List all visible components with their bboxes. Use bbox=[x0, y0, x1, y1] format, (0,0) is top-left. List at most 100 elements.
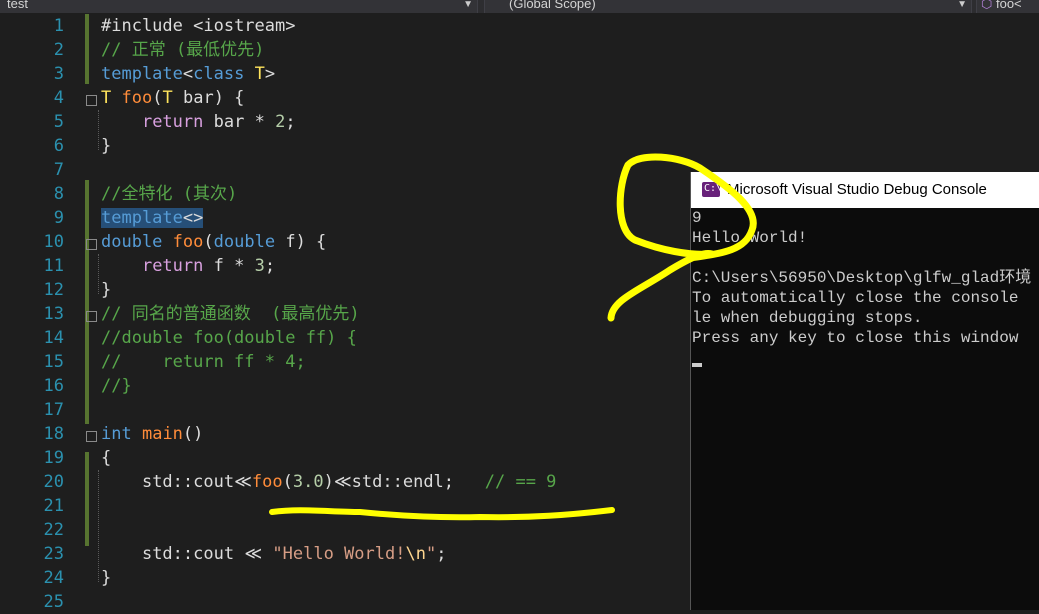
code-line[interactable]: } bbox=[101, 566, 111, 590]
navigation-bar: test ▼ (Global Scope) ▼ ⬡ foo< bbox=[0, 0, 1039, 13]
code-token: return bbox=[141, 256, 204, 276]
code-token: ) { bbox=[213, 88, 245, 108]
code-line[interactable]: double foo(double f) { bbox=[101, 230, 326, 254]
line-number: 22 bbox=[43, 520, 64, 540]
project-dropdown[interactable]: test ▼ bbox=[0, 0, 478, 13]
code-token: ( bbox=[152, 88, 163, 108]
code-token: // return ff * 4; bbox=[101, 352, 306, 372]
console-line: Hello World! bbox=[692, 229, 808, 247]
change-indicator bbox=[85, 452, 89, 546]
function-label: foo< bbox=[995, 0, 1022, 11]
code-token: bar bbox=[182, 88, 214, 108]
line-number: 18 bbox=[43, 424, 64, 444]
code-line[interactable]: return f * 3; bbox=[101, 254, 275, 278]
code-line[interactable]: { bbox=[101, 446, 111, 470]
code-token: * bbox=[223, 256, 255, 276]
code-line[interactable]: template<> bbox=[101, 206, 204, 230]
code-token: template bbox=[101, 64, 183, 84]
code-token: ; bbox=[436, 544, 447, 564]
line-number: 16 bbox=[43, 376, 64, 396]
function-dropdown[interactable]: ⬡ foo< bbox=[976, 0, 1039, 13]
code-line[interactable]: int main() bbox=[101, 422, 203, 446]
code-token: > bbox=[264, 64, 276, 84]
code-token: double bbox=[101, 232, 163, 252]
chevron-down-icon: ▼ bbox=[463, 0, 473, 10]
line-number: 3 bbox=[53, 64, 64, 84]
console-output: 9 Hello World! C:\Users\56950\Desktop\glfw… bbox=[691, 208, 1039, 610]
code-token: 3.0 bbox=[292, 472, 324, 492]
scope-dropdown[interactable]: (Global Scope) ▼ bbox=[484, 0, 972, 13]
code-token: std bbox=[141, 472, 173, 492]
code-line[interactable]: std::cout≪foo(3.0)≪std::endl; // == 9 bbox=[101, 470, 556, 494]
scope-label: (Global Scope) bbox=[509, 0, 596, 11]
indent-guide bbox=[98, 110, 99, 150]
fold-toggle[interactable] bbox=[86, 431, 97, 442]
code-token: ( bbox=[282, 472, 293, 492]
line-number: 23 bbox=[43, 544, 64, 564]
console-line: To automatically close the console bbox=[692, 289, 1019, 307]
code-token: () bbox=[182, 424, 204, 444]
console-title-bar[interactable]: C:\ Microsoft Visual Studio Debug Consol… bbox=[691, 172, 1039, 208]
code-token: #include bbox=[101, 16, 194, 36]
console-title: Microsoft Visual Studio Debug Console bbox=[727, 181, 987, 198]
line-number: 21 bbox=[43, 496, 64, 516]
fold-toggle[interactable] bbox=[86, 239, 97, 250]
code-token: // == 9 bbox=[484, 472, 557, 492]
code-line[interactable]: return bar * 2; bbox=[101, 110, 296, 134]
line-number: 17 bbox=[43, 400, 64, 420]
fold-toggle[interactable] bbox=[86, 311, 97, 322]
code-token: <iostream> bbox=[193, 16, 296, 36]
code-token: )≪ bbox=[323, 472, 352, 492]
code-line[interactable]: std::cout ≪ "Hello World!\n"; bbox=[101, 542, 446, 566]
line-number: 14 bbox=[43, 328, 64, 348]
code-token: :: bbox=[172, 544, 194, 564]
code-token: bar bbox=[213, 112, 245, 132]
code-token: ; bbox=[285, 112, 296, 132]
console-line: C:\Users\56950\Desktop\glfw_glad环境 bbox=[692, 269, 1032, 287]
code-line[interactable]: //double foo(double ff) { bbox=[101, 326, 357, 350]
debug-console-window[interactable]: C:\ Microsoft Visual Studio Debug Consol… bbox=[690, 172, 1039, 610]
code-token: ) { bbox=[295, 232, 327, 252]
code-line[interactable]: //全特化 (其次) bbox=[101, 182, 247, 206]
code-line[interactable]: } bbox=[101, 134, 111, 158]
code-token: * bbox=[244, 112, 276, 132]
code-line[interactable]: T foo(T bar) { bbox=[101, 86, 244, 110]
line-number: 7 bbox=[53, 160, 64, 180]
code-token: template bbox=[101, 208, 183, 228]
indent-guide bbox=[98, 254, 99, 294]
code-line[interactable]: // 同名的普通函数 (最高优先) bbox=[101, 302, 360, 326]
line-number: 13 bbox=[43, 304, 64, 324]
line-number: 6 bbox=[53, 136, 64, 156]
indent-guide bbox=[98, 470, 99, 582]
code-token: 2 bbox=[275, 112, 286, 132]
code-token: " bbox=[425, 544, 437, 564]
code-token: 3 bbox=[254, 256, 265, 276]
code-token: \n bbox=[405, 544, 426, 564]
code-line[interactable]: template<class T> bbox=[101, 62, 275, 86]
line-number: 15 bbox=[43, 352, 64, 372]
console-app-icon: C:\ bbox=[702, 182, 722, 197]
code-line[interactable]: // return ff * 4; bbox=[101, 350, 306, 374]
code-line[interactable]: //} bbox=[101, 374, 132, 398]
line-number: 24 bbox=[43, 568, 64, 588]
code-line[interactable]: } bbox=[101, 278, 111, 302]
code-token: foo bbox=[251, 472, 283, 492]
code-token: { bbox=[101, 448, 112, 468]
line-number: 11 bbox=[43, 256, 64, 276]
console-cursor bbox=[692, 363, 702, 367]
code-line[interactable]: #include <iostream> bbox=[101, 14, 295, 38]
code-token: f bbox=[285, 232, 296, 252]
fold-toggle[interactable] bbox=[86, 95, 97, 106]
code-token: int bbox=[101, 424, 132, 444]
code-line[interactable]: // 正常 (最低优先) bbox=[101, 38, 264, 62]
line-number: 9 bbox=[53, 208, 64, 228]
